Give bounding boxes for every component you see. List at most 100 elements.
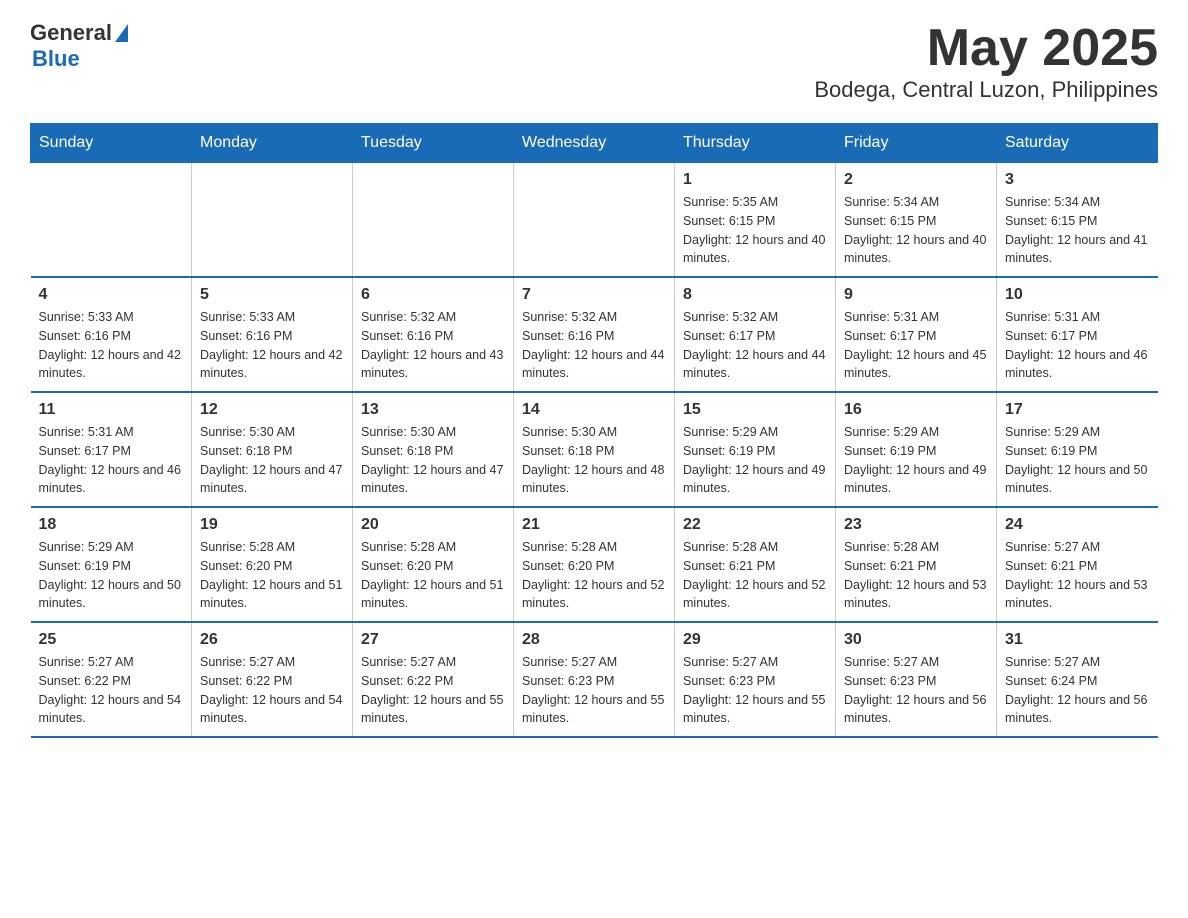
calendar-cell: 10 Sunrise: 5:31 AM Sunset: 6:17 PM Dayli… [997,277,1158,392]
logo-blue-text: Blue [32,46,80,72]
day-info: Sunrise: 5:34 AM Sunset: 6:15 PM Dayligh… [1005,193,1150,268]
day-info: Sunrise: 5:28 AM Sunset: 6:20 PM Dayligh… [522,538,666,613]
calendar-cell: 16 Sunrise: 5:29 AM Sunset: 6:19 PM Dayli… [836,392,997,507]
day-info: Sunrise: 5:31 AM Sunset: 6:17 PM Dayligh… [1005,308,1150,383]
day-number: 24 [1005,516,1150,534]
calendar-cell: 5 Sunrise: 5:33 AM Sunset: 6:16 PM Daylig… [192,277,353,392]
day-number: 12 [200,401,344,419]
calendar-table: SundayMondayTuesdayWednesdayThursdayFrid… [30,123,1158,738]
calendar-cell: 4 Sunrise: 5:33 AM Sunset: 6:16 PM Daylig… [31,277,192,392]
day-number: 29 [683,631,827,649]
day-number: 15 [683,401,827,419]
day-number: 8 [683,286,827,304]
calendar-subtitle: Bodega, Central Luzon, Philippines [814,77,1158,103]
calendar-cell: 20 Sunrise: 5:28 AM Sunset: 6:20 PM Dayli… [353,507,514,622]
day-info: Sunrise: 5:30 AM Sunset: 6:18 PM Dayligh… [361,423,505,498]
header-wednesday: Wednesday [514,124,675,163]
header-sunday: Sunday [31,124,192,163]
calendar-cell: 17 Sunrise: 5:29 AM Sunset: 6:19 PM Dayli… [997,392,1158,507]
calendar-cell [514,163,675,278]
day-number: 10 [1005,286,1150,304]
day-info: Sunrise: 5:33 AM Sunset: 6:16 PM Dayligh… [200,308,344,383]
day-info: Sunrise: 5:27 AM Sunset: 6:22 PM Dayligh… [39,653,184,728]
day-info: Sunrise: 5:28 AM Sunset: 6:20 PM Dayligh… [200,538,344,613]
calendar-cell: 15 Sunrise: 5:29 AM Sunset: 6:19 PM Dayli… [675,392,836,507]
calendar-cell: 21Sunrise: 5:28 AM Sunset: 6:20 PM Dayli… [514,507,675,622]
day-info: Sunrise: 5:32 AM Sunset: 6:16 PM Dayligh… [361,308,505,383]
day-info: Sunrise: 5:31 AM Sunset: 6:17 PM Dayligh… [39,423,184,498]
day-number: 23 [844,516,988,534]
day-info: Sunrise: 5:29 AM Sunset: 6:19 PM Dayligh… [1005,423,1150,498]
day-number: 6 [361,286,505,304]
header-thursday: Thursday [675,124,836,163]
day-info: Sunrise: 5:34 AM Sunset: 6:15 PM Dayligh… [844,193,988,268]
title-block: May 2025 Bodega, Central Luzon, Philippi… [814,20,1158,103]
day-info: Sunrise: 5:27 AM Sunset: 6:22 PM Dayligh… [200,653,344,728]
day-number: 26 [200,631,344,649]
calendar-title: May 2025 [814,20,1158,77]
day-info: Sunrise: 5:33 AM Sunset: 6:16 PM Dayligh… [39,308,184,383]
calendar-cell: 12Sunrise: 5:30 AM Sunset: 6:18 PM Dayli… [192,392,353,507]
calendar-week-row: 4 Sunrise: 5:33 AM Sunset: 6:16 PM Daylig… [31,277,1158,392]
day-info: Sunrise: 5:32 AM Sunset: 6:16 PM Dayligh… [522,308,666,383]
calendar-cell: 26 Sunrise: 5:27 AM Sunset: 6:22 PM Dayli… [192,622,353,737]
day-number: 16 [844,401,988,419]
day-info: Sunrise: 5:30 AM Sunset: 6:18 PM Dayligh… [522,423,666,498]
day-number: 11 [39,401,184,419]
calendar-cell: 19 Sunrise: 5:28 AM Sunset: 6:20 PM Dayli… [192,507,353,622]
day-info: Sunrise: 5:29 AM Sunset: 6:19 PM Dayligh… [683,423,827,498]
day-info: Sunrise: 5:31 AM Sunset: 6:17 PM Dayligh… [844,308,988,383]
calendar-cell: 7 Sunrise: 5:32 AM Sunset: 6:16 PM Daylig… [514,277,675,392]
calendar-cell: 23Sunrise: 5:28 AM Sunset: 6:21 PM Dayli… [836,507,997,622]
day-number: 22 [683,516,827,534]
header-monday: Monday [192,124,353,163]
calendar-cell: 30 Sunrise: 5:27 AM Sunset: 6:23 PM Dayli… [836,622,997,737]
day-number: 7 [522,286,666,304]
day-number: 30 [844,631,988,649]
day-info: Sunrise: 5:28 AM Sunset: 6:20 PM Dayligh… [361,538,505,613]
header-saturday: Saturday [997,124,1158,163]
day-info: Sunrise: 5:29 AM Sunset: 6:19 PM Dayligh… [844,423,988,498]
day-info: Sunrise: 5:27 AM Sunset: 6:22 PM Dayligh… [361,653,505,728]
calendar-week-row: 1Sunrise: 5:35 AM Sunset: 6:15 PM Daylig… [31,163,1158,278]
calendar-cell: 28 Sunrise: 5:27 AM Sunset: 6:23 PM Dayli… [514,622,675,737]
day-number: 28 [522,631,666,649]
calendar-cell [192,163,353,278]
day-number: 3 [1005,171,1150,189]
calendar-cell: 22Sunrise: 5:28 AM Sunset: 6:21 PM Dayli… [675,507,836,622]
calendar-cell: 9 Sunrise: 5:31 AM Sunset: 6:17 PM Daylig… [836,277,997,392]
calendar-cell [353,163,514,278]
day-info: Sunrise: 5:27 AM Sunset: 6:23 PM Dayligh… [522,653,666,728]
calendar-week-row: 11 Sunrise: 5:31 AM Sunset: 6:17 PM Dayli… [31,392,1158,507]
calendar-cell: 29 Sunrise: 5:27 AM Sunset: 6:23 PM Dayli… [675,622,836,737]
day-number: 27 [361,631,505,649]
day-info: Sunrise: 5:35 AM Sunset: 6:15 PM Dayligh… [683,193,827,268]
day-number: 19 [200,516,344,534]
calendar-cell: 24 Sunrise: 5:27 AM Sunset: 6:21 PM Dayli… [997,507,1158,622]
day-number: 9 [844,286,988,304]
day-number: 20 [361,516,505,534]
header-friday: Friday [836,124,997,163]
day-number: 25 [39,631,184,649]
day-info: Sunrise: 5:27 AM Sunset: 6:23 PM Dayligh… [683,653,827,728]
day-number: 5 [200,286,344,304]
calendar-header-row: SundayMondayTuesdayWednesdayThursdayFrid… [31,124,1158,163]
calendar-cell: 18 Sunrise: 5:29 AM Sunset: 6:19 PM Dayli… [31,507,192,622]
logo: General Blue [30,20,128,72]
calendar-cell: 1Sunrise: 5:35 AM Sunset: 6:15 PM Daylig… [675,163,836,278]
day-info: Sunrise: 5:27 AM Sunset: 6:21 PM Dayligh… [1005,538,1150,613]
calendar-cell: 25 Sunrise: 5:27 AM Sunset: 6:22 PM Dayli… [31,622,192,737]
header-tuesday: Tuesday [353,124,514,163]
day-number: 31 [1005,631,1150,649]
calendar-cell: 2 Sunrise: 5:34 AM Sunset: 6:15 PM Daylig… [836,163,997,278]
calendar-cell: 13Sunrise: 5:30 AM Sunset: 6:18 PM Dayli… [353,392,514,507]
day-number: 4 [39,286,184,304]
calendar-cell: 14Sunrise: 5:30 AM Sunset: 6:18 PM Dayli… [514,392,675,507]
day-number: 2 [844,171,988,189]
calendar-cell: 27 Sunrise: 5:27 AM Sunset: 6:22 PM Dayli… [353,622,514,737]
logo-general-text: General [30,20,112,46]
day-number: 17 [1005,401,1150,419]
day-info: Sunrise: 5:29 AM Sunset: 6:19 PM Dayligh… [39,538,184,613]
day-number: 18 [39,516,184,534]
day-info: Sunrise: 5:27 AM Sunset: 6:23 PM Dayligh… [844,653,988,728]
